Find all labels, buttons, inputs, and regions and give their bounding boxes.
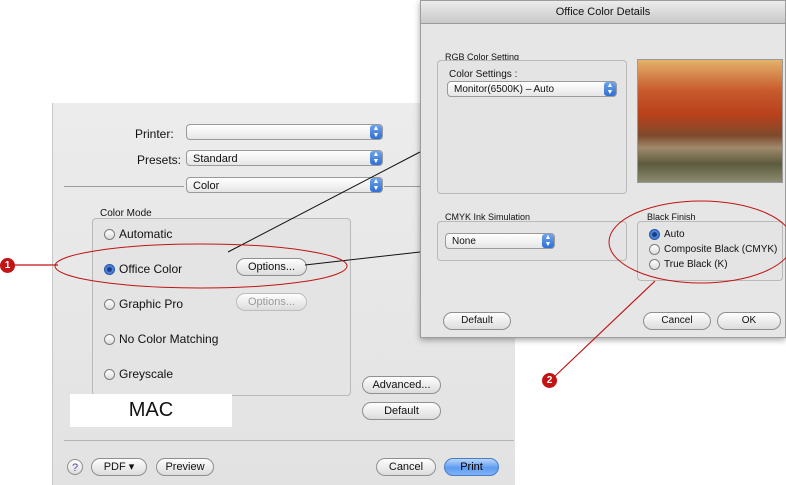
- callout-number-2: 2: [542, 373, 557, 388]
- callout-overlay: [14, 151, 786, 379]
- connector-line: [227, 151, 421, 253]
- callout-number-1: 1: [0, 258, 15, 273]
- callout-ellipse: [608, 200, 786, 284]
- callout-leader: [552, 280, 656, 379]
- callout-ellipse: [54, 243, 348, 289]
